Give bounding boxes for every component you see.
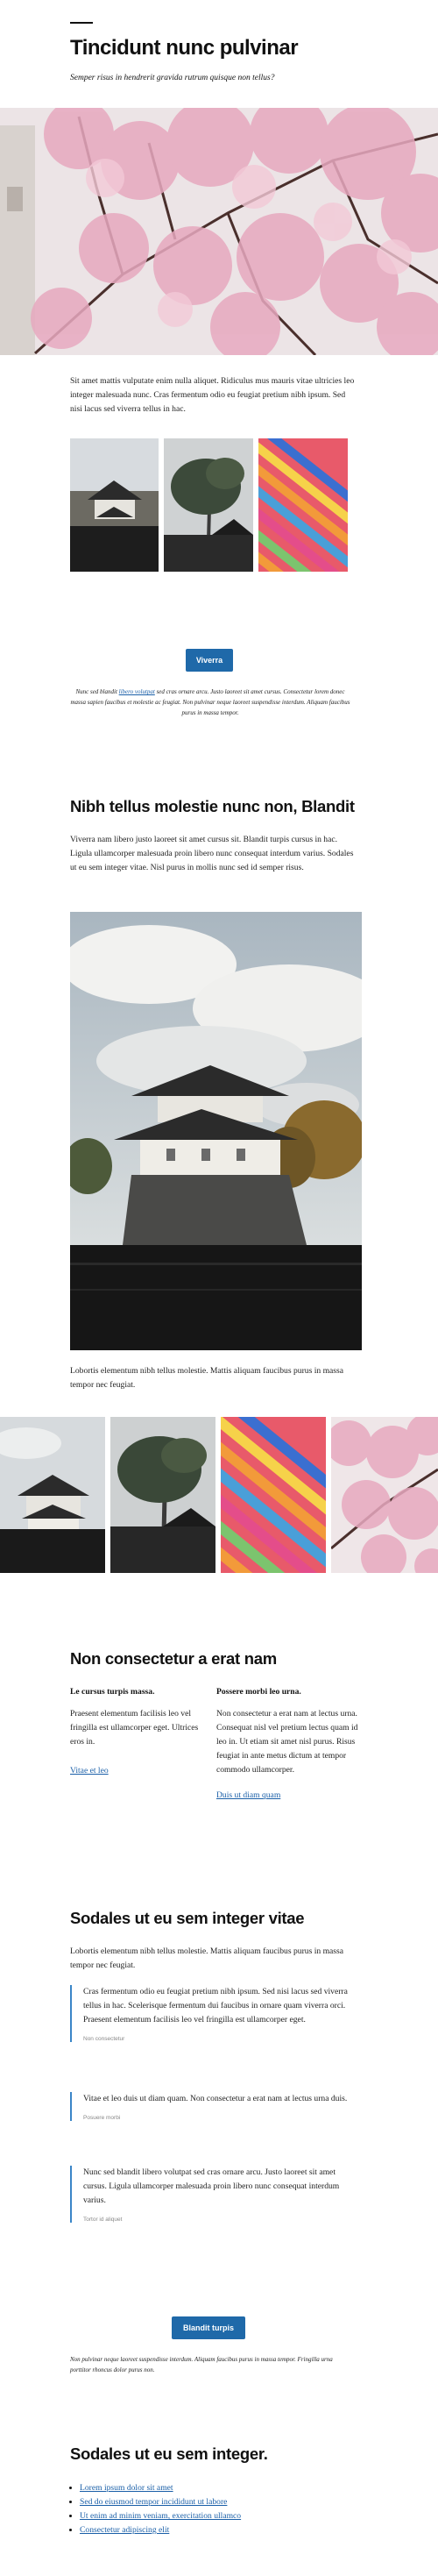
vitae-et-leo-link[interactable]: Vitae et leo [70,1766,109,1775]
section2-heading: Nibh tellus molestie nunc non, Blandit [70,797,355,815]
gallery2-lanterns-image [221,1417,326,1573]
blockquote-3: Nunc sed blandit libero volutpat sed cra… [70,2166,359,2223]
gallery-castle-image [70,438,159,572]
col-left-text: Praesent elementum facilisis leo vel fri… [70,1709,199,1747]
section3-column-right: Possere morbi leo urna. Non consectetur … [216,1686,361,1803]
duis-ut-diam-quam-link[interactable]: Duis ut diam quam [216,1790,280,1800]
quote-1-cite: Non consectetur [83,2036,125,2042]
blockquote-1: Cras fermentum odio eu feugiat pretium n… [70,1985,359,2042]
list-item: Sed do eiusmod tempor incididunt ut labo… [80,2495,359,2509]
quote-2-text: Vitae et leo duis ut diam quam. Non cons… [83,2094,348,2103]
list-item: Lorem ipsum dolor sit amet [80,2481,359,2495]
blandit-turpis-button[interactable]: Blandit turpis [172,2316,245,2339]
list-item: Consectetur adipiscing elit [80,2523,359,2537]
gallery2-blossom-image [331,1417,438,1573]
link-list: Lorem ipsum dolor sit amet Sed do eiusmo… [70,2481,359,2537]
col-right-text: Non consectetur a erat nam at lectus urn… [216,1709,358,1775]
list-link-ut-enim[interactable]: Ut enim ad minim veniam, exercitation ul… [80,2511,241,2521]
gallery-caption: Nunc sed blandit libero volutpat sed cra… [70,687,350,718]
castle-large-image [70,912,362,1350]
section5-heading: Sodales ut eu sem integer. [70,2444,268,2463]
list-link-sed-do[interactable]: Sed do eiusmod tempor incididunt ut labo… [80,2497,227,2507]
viverra-button[interactable]: Viverra [186,649,233,672]
section2-paragraph2: Lobortis elementum nibh tellus molestie.… [70,1366,344,1390]
blockquote-2: Vitae et leo duis ut diam quam. Non cons… [70,2092,359,2121]
list-link-consectetur[interactable]: Consectetur adipiscing elit [80,2525,169,2535]
gallery2-tree-image [110,1417,215,1573]
gallery2-castle-image [0,1417,105,1573]
list-item: Ut enim ad minim veniam, exercitation ul… [80,2509,359,2523]
hero-cherry-blossom-image [0,108,438,355]
col-right-heading: Possere morbi leo urna. [216,1687,301,1697]
section4-caption: Non pulvinar neque laoreet suspendisse i… [70,2356,333,2373]
caption-link[interactable]: libero volutpat [119,688,155,695]
page-subtitle: Semper risus in hendrerit gravida rutrum… [70,74,275,82]
quote-2-cite: Posuere morbi [83,2115,121,2121]
quote-3-cite: Tortor id aliquet [83,2217,123,2223]
page-title: Tincidunt nunc pulvinar [70,36,299,60]
caption-text-start: Nunc sed blandit [75,688,119,695]
section4-heading: Sodales ut eu sem integer vitae [70,1909,305,1927]
section2-paragraph: Viverra nam libero justo laoreet sit ame… [70,835,354,872]
col-left-heading: Le cursus turpis massa. [70,1687,155,1697]
gallery-lanterns-image [258,438,348,572]
title-rule [70,22,93,24]
list-link-lorem[interactable]: Lorem ipsum dolor sit amet [80,2483,173,2493]
gallery-tree-image [164,438,253,572]
quote-1-text: Cras fermentum odio eu feugiat pretium n… [83,1987,348,2025]
section3-heading: Non consectetur a erat nam [70,1649,277,1668]
intro-paragraph: Sit amet mattis vulputate enim nulla ali… [70,376,355,414]
section4-paragraph: Lobortis elementum nibh tellus molestie.… [70,1946,344,1970]
quote-3-text: Nunc sed blandit libero volutpat sed cra… [83,2167,340,2205]
section3-column-left: Le cursus turpis massa. Praesent element… [70,1686,206,1778]
page: Tincidunt nunc pulvinar Semper risus in … [0,0,438,2576]
